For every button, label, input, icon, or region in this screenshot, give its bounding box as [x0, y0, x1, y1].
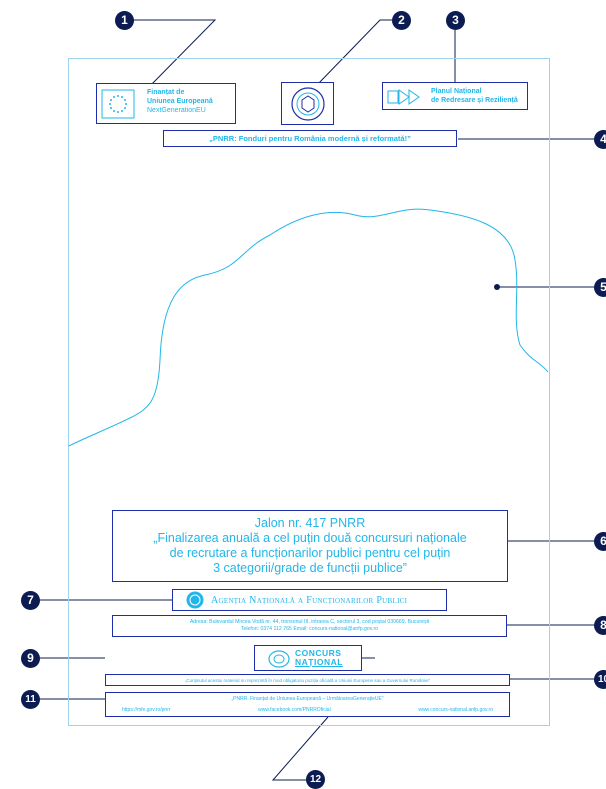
marker-4: 4 — [594, 130, 606, 149]
jalon-line2: „Finalizarea anuală a cel puțin două con… — [153, 531, 467, 545]
jalon-line3: de recrutare a funcționarilor publici pe… — [169, 546, 451, 560]
agency-box: Agenția Națională a Funcționarilor Publi… — [172, 589, 447, 611]
address-line1: Adresa: Bulevardul Mircea Vodă nr. 44, t… — [189, 619, 430, 625]
disclaimer-text: „Conținutul acestui material nu reprezin… — [184, 677, 431, 683]
agency-logo-icon — [186, 591, 204, 609]
marker-9: 9 — [21, 649, 40, 668]
pnrr-triangles-icon — [387, 89, 420, 105]
marker-10: 10 — [594, 670, 606, 689]
marker-11: 11 — [21, 690, 40, 709]
address-box: Adresa: Bulevardul Mircea Vodă nr. 44, t… — [112, 615, 507, 637]
marker-6: 6 — [594, 532, 606, 551]
footer-link-concurs[interactable]: www.concurs-national.anfp.gov.ro — [418, 707, 493, 713]
marker-1: 1 — [115, 11, 134, 30]
jalon-title: Jalon nr. 417 PNRR — [254, 516, 366, 530]
marker-3: 3 — [446, 11, 465, 30]
agency-name: Agenția Națională a Funcționarilor Publi… — [211, 595, 408, 606]
marker-7: 7 — [21, 591, 40, 610]
eu-line1: Finanțat de — [147, 89, 185, 96]
marker-5: 5 — [594, 278, 606, 297]
footer-link-facebook[interactable]: www.facebook.com/PNRROficial — [258, 707, 331, 713]
eu-flag-icon — [101, 89, 135, 119]
marker-12: 12 — [306, 770, 325, 789]
jalon-box: Jalon nr. 417 PNRR „Finalizarea anuală a… — [112, 510, 508, 582]
footer-box: „PNRR. Finanțat de Uniunea Europeană – U… — [105, 692, 510, 717]
eu-line2: Uniunea Europeană — [147, 98, 213, 105]
concurs-logo-box: CONCURS NAȚIONAL — [254, 645, 362, 671]
footer-link-pnrr[interactable]: https://mfe.gov.ro/pnrr — [122, 707, 171, 713]
eu-line3: NextGenerationEU — [147, 107, 206, 114]
pnrr-logo-line2: de Redresare și Reziliență — [431, 97, 518, 104]
footer-title: „PNRR. Finanțat de Uniunea Europeană – U… — [231, 696, 384, 702]
slogan-box: „PNRR: Fonduri pentru România modernă și… — [163, 130, 457, 147]
government-seal-box — [281, 82, 334, 125]
address-line2: Telefon: 0374 112 765 Email: concurs-nat… — [240, 626, 379, 632]
pnrr-logo-line1: Planul Național — [431, 88, 482, 95]
concurs-logo-icon — [268, 650, 290, 668]
disclaimer-box: „Conținutul acestui material nu reprezin… — [105, 674, 510, 686]
concurs-logo-line2: NAȚIONAL — [295, 657, 343, 667]
marker-2: 2 — [392, 11, 411, 30]
slogan-text: „PNRR: Fonduri pentru România modernă și… — [209, 134, 411, 143]
government-seal-icon — [291, 87, 325, 121]
jalon-line4: 3 categorii/grade de funcții publice” — [213, 561, 407, 575]
marker-8: 8 — [594, 616, 606, 635]
eu-funding-box: Finanțat de Uniunea Europeană NextGenera… — [96, 83, 236, 124]
pnrr-logo-box: Planul Național de Redresare și Rezilien… — [382, 82, 528, 110]
